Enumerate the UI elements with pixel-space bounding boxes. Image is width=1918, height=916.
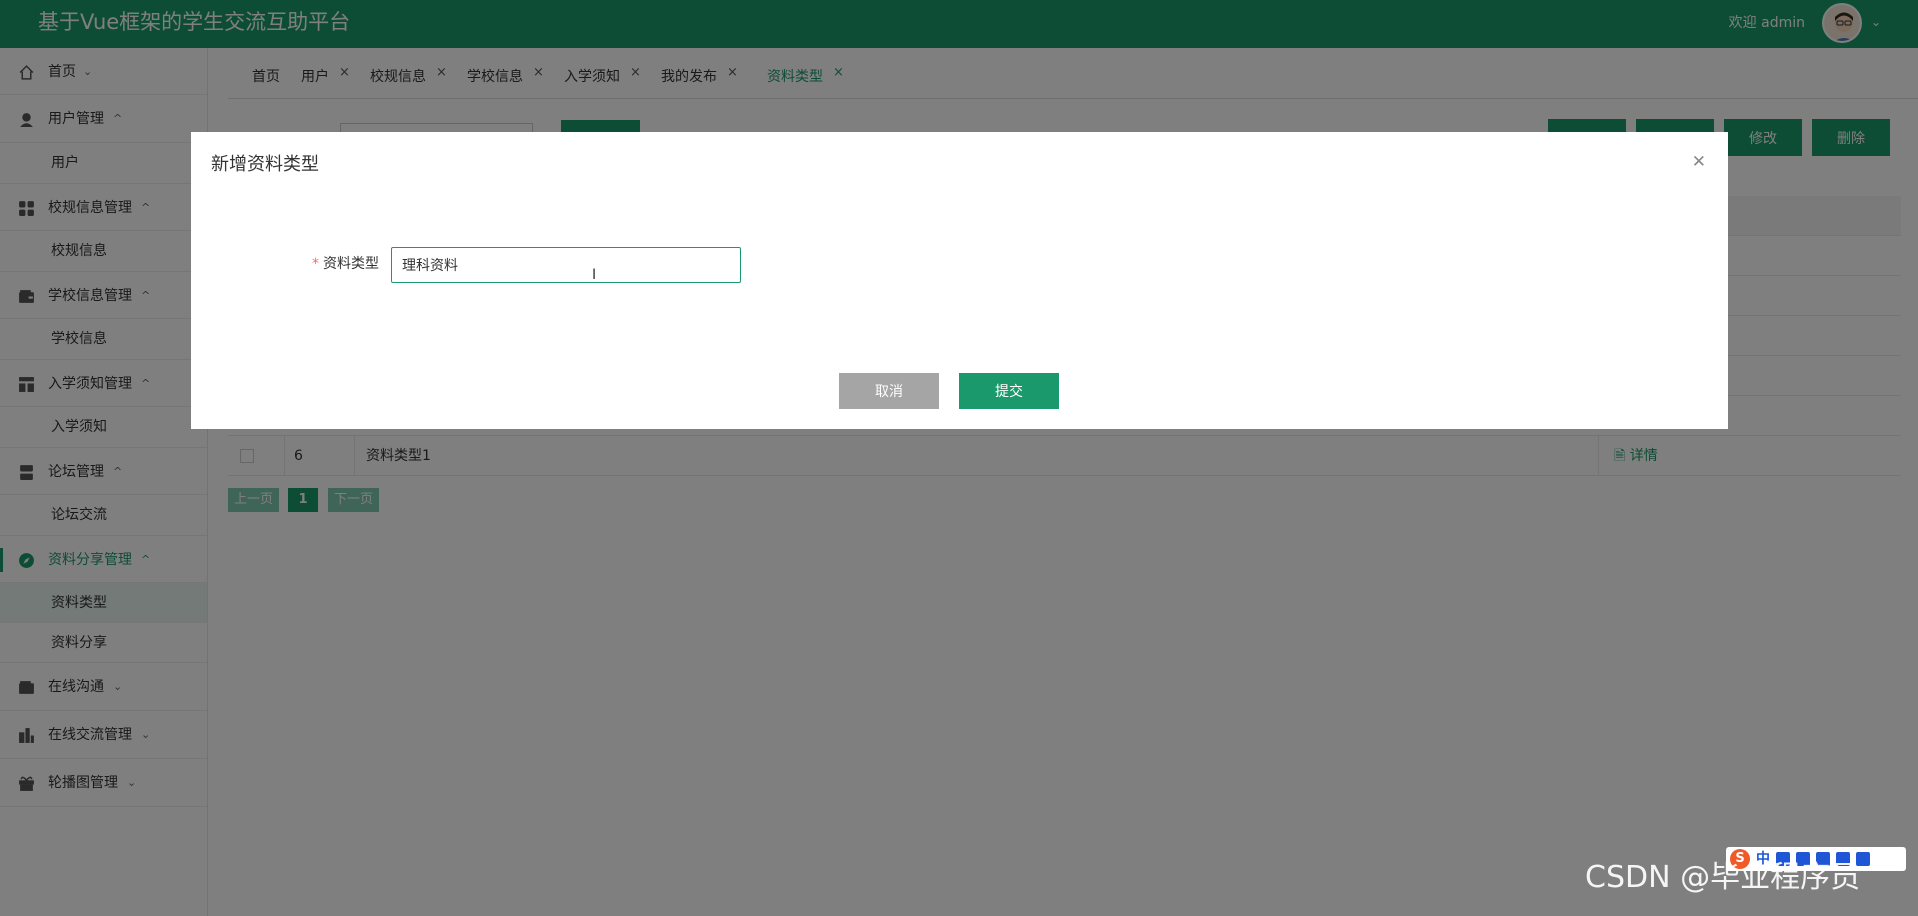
watermark: CSDN @毕业程序员 <box>1585 860 1861 895</box>
text-cursor-icon: I <box>592 267 597 283</box>
material-type-input[interactable] <box>391 247 741 283</box>
submit-button[interactable]: 提交 <box>959 373 1059 409</box>
close-icon[interactable]: ✕ <box>1692 152 1706 172</box>
cancel-button[interactable]: 取消 <box>839 373 939 409</box>
dialog-title: 新增资料类型 <box>211 154 319 175</box>
add-material-type-dialog: 新增资料类型 ✕ *资料类型 I 取消 提交 <box>191 132 1728 429</box>
required-asterisk: * <box>312 256 319 272</box>
field-label-text: 资料类型 <box>323 256 379 272</box>
field-label: * 资料类型 <box>312 254 379 274</box>
